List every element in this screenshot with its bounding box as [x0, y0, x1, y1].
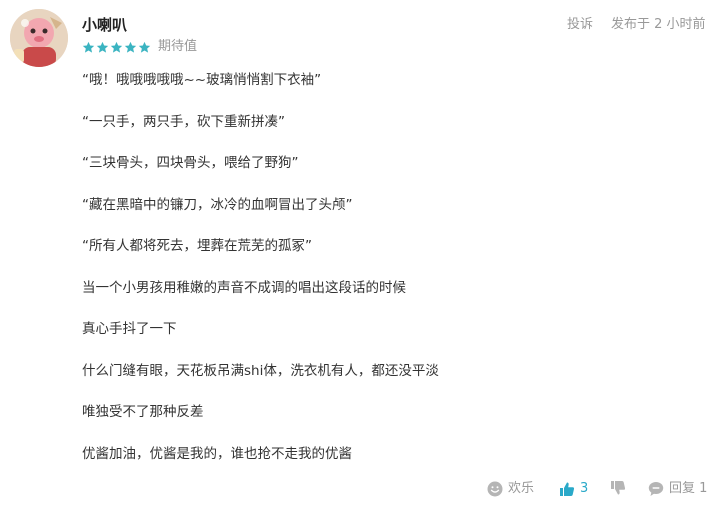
rating-row: 期待值: [82, 39, 197, 55]
fun-label: 欢乐: [508, 481, 535, 496]
avatar[interactable]: [10, 9, 68, 67]
star-icon: [96, 41, 109, 53]
review-paragraph: 唯独受不了那种反差: [82, 404, 204, 420]
reply-label: 回复 1: [669, 481, 708, 496]
review-paragraph: 什么门缝有眼，天花板吊满shi体，洗衣机有人，都还没平淡: [82, 362, 439, 379]
dislike-button[interactable]: [610, 480, 631, 496]
fun-button[interactable]: 欢乐: [487, 480, 534, 498]
star-icon: [124, 41, 137, 53]
review-paragraph: “一只手，两只手，砍下重新拼凑”: [82, 113, 285, 130]
comment-icon: [648, 482, 664, 496]
review-paragraph: “三块骨头，四块骨头，喂给了野狗”: [82, 155, 299, 171]
reply-button[interactable]: 回复 1: [648, 480, 707, 498]
report-link[interactable]: 投诉: [567, 16, 593, 34]
rating-label: 期待值: [158, 39, 198, 54]
thumbs-up-icon: [560, 482, 575, 496]
review-paragraph: 优酱加油，优酱是我的，谁也抢不走我的优酱: [82, 445, 352, 462]
star-icon: [82, 41, 95, 53]
review-paragraph: “所有人都将死去，埋葬在荒芜的孤冢”: [82, 238, 312, 254]
review-paragraph: “哦！哦哦哦哦哦~~玻璃悄悄割下衣袖”: [82, 72, 322, 88]
thumbs-down-icon: [611, 481, 626, 495]
review-paragraph: 当一个小男孩用稚嫩的声音不成调的唱出这段话的时候: [82, 279, 406, 296]
username[interactable]: 小喇叭: [82, 15, 127, 35]
star-icon: [110, 41, 123, 53]
review-content: “哦！哦哦哦哦哦~~玻璃悄悄割下衣袖” “一只手，两只手，砍下重新拼凑” “三块…: [82, 70, 702, 485]
avatar-image: [10, 9, 68, 67]
star-icon: [138, 41, 151, 53]
star-rating: [82, 41, 152, 54]
like-count: 3: [580, 481, 589, 496]
review-paragraph: 真心手抖了一下: [82, 321, 177, 337]
like-button[interactable]: 3: [559, 480, 588, 498]
review-paragraph: “藏在黑暗中的镰刀，冰冷的血啊冒出了头颅”: [82, 196, 353, 213]
timestamp: 发布于 2 小时前: [611, 17, 706, 32]
smile-icon: [487, 481, 503, 497]
action-bar: 欢乐 3 回复 1: [0, 480, 720, 502]
